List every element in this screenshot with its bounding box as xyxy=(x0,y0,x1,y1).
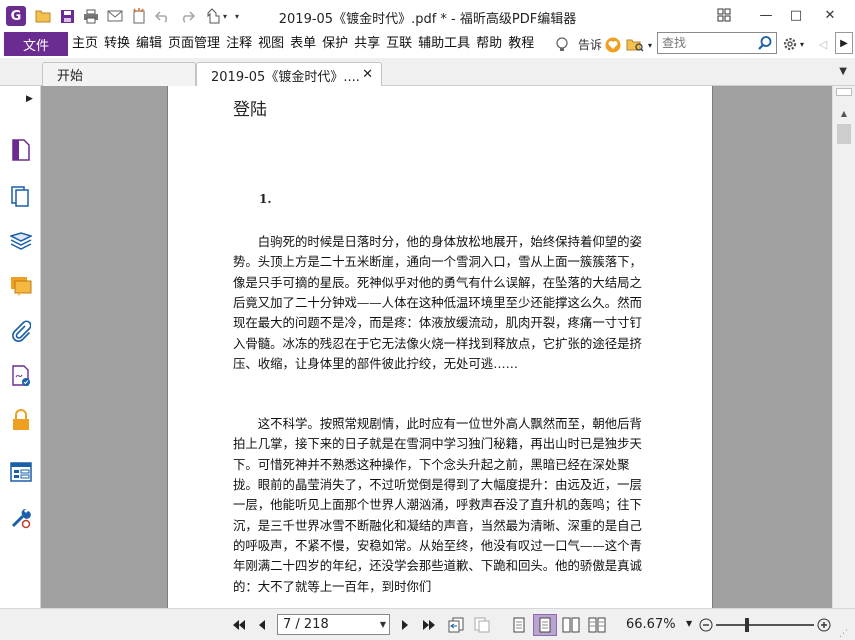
maximize-button[interactable]: □ xyxy=(782,6,810,24)
next-page-icon[interactable] xyxy=(395,616,415,634)
scrollbar-thumb[interactable] xyxy=(837,124,851,144)
continuous-facing-view-icon[interactable] xyxy=(587,616,607,634)
signatures-icon[interactable] xyxy=(9,364,33,388)
zoom-dropdown-icon[interactable]: ▼ xyxy=(686,619,692,628)
comments-icon[interactable] xyxy=(9,274,33,298)
security-lock-icon[interactable] xyxy=(9,408,33,432)
status-bar: 7 / 218 ▼ 66.67% ▼ ⋰ xyxy=(0,608,855,640)
save-icon[interactable] xyxy=(58,7,76,25)
chevron-right-icon: ▶ xyxy=(840,37,848,49)
last-page-icon[interactable] xyxy=(419,616,439,634)
hand-tool-dropdown-icon[interactable]: ▾ xyxy=(220,7,230,25)
page-number-value: 7 / 218 xyxy=(283,617,329,632)
menu-view[interactable]: 视图 xyxy=(256,32,286,56)
close-icon: ✕ xyxy=(824,7,836,23)
menu-page-management[interactable]: 页面管理 xyxy=(166,32,222,56)
menu-edit[interactable]: 编辑 xyxy=(134,32,164,56)
next-view-icon[interactable] xyxy=(472,616,492,634)
zoom-out-icon[interactable] xyxy=(696,616,716,634)
previous-page-icon[interactable] xyxy=(252,616,272,634)
menu-tutorial[interactable]: 教程 xyxy=(506,32,536,56)
menu-form[interactable]: 表单 xyxy=(288,32,318,56)
zoom-in-icon[interactable] xyxy=(814,616,834,634)
customize-quick-access-icon[interactable]: ▾ xyxy=(232,7,242,25)
menu-help[interactable]: 帮助 xyxy=(474,32,504,56)
tell-me-label[interactable]: 告诉 xyxy=(578,36,602,53)
paragraph: 白驹死的时候是日落时分，他的身体放松地展开，始终保持着仰望的姿势。头顶上方是二十… xyxy=(233,234,642,372)
continuous-page-view-icon[interactable] xyxy=(533,614,557,636)
tab-start[interactable]: 开始 xyxy=(42,62,196,86)
attachments-icon[interactable] xyxy=(9,319,33,343)
pdf-page[interactable]: 登陆 1. 白驹死的时候是日落时分，他的身体放松地展开，始终保持着仰望的姿势。头… xyxy=(167,86,713,608)
page-number-input[interactable]: 7 / 218 ▼ xyxy=(277,614,390,635)
document-tab-bar: 开始 2019-05《镀金时代》.... ✕ ▼ xyxy=(0,58,855,87)
scroll-split-handle[interactable] xyxy=(836,88,852,96)
facing-view-icon[interactable] xyxy=(561,616,581,634)
menu-accessibility[interactable]: 辅助工具 xyxy=(416,32,472,56)
vertical-scrollbar[interactable]: ▲ xyxy=(832,86,855,608)
redo-icon[interactable] xyxy=(178,7,196,25)
search-icon[interactable] xyxy=(757,35,773,51)
close-button[interactable]: ✕ xyxy=(816,6,844,24)
ribbon-scroll-right-button[interactable]: ▶ xyxy=(835,32,853,54)
lightbulb-icon[interactable] xyxy=(553,36,571,54)
expand-panel-icon[interactable]: ▶ xyxy=(26,94,33,104)
zoom-slider-track[interactable] xyxy=(716,624,814,626)
previous-view-icon[interactable] xyxy=(446,616,466,634)
zoom-level[interactable]: 66.67% xyxy=(626,617,676,632)
single-page-view-icon[interactable] xyxy=(509,616,529,634)
tab-label: 2019-05《镀金时代》.... xyxy=(211,69,360,85)
search-input[interactable] xyxy=(658,33,754,53)
page-dropdown-icon[interactable]: ▼ xyxy=(380,615,386,634)
resize-grip-icon[interactable]: ⋰ xyxy=(839,629,848,639)
minimize-icon: — xyxy=(759,7,773,23)
layers-icon[interactable] xyxy=(9,230,33,254)
form-fields-icon[interactable] xyxy=(9,460,33,484)
menu-protect[interactable]: 保护 xyxy=(320,32,350,56)
ribbon-tabs: 主页 转换 编辑 页面管理 注释 视图 表单 保护 共享 互联 辅助工具 帮助 … xyxy=(70,32,538,56)
file-menu-button[interactable]: 文件 xyxy=(4,32,68,56)
minimize-button[interactable]: — xyxy=(752,6,780,24)
chapter-number: 1. xyxy=(259,192,272,206)
feedback-heart-icon[interactable] xyxy=(604,36,622,54)
menu-share[interactable]: 共享 xyxy=(352,32,382,56)
menu-comment[interactable]: 注释 xyxy=(224,32,254,56)
open-folder-icon[interactable] xyxy=(34,7,52,25)
pages-icon[interactable] xyxy=(9,184,33,208)
ribbon-scroll-left-icon[interactable]: ◁ xyxy=(814,35,832,53)
undo-icon[interactable] xyxy=(154,7,172,25)
navigation-panel: ▶ xyxy=(0,86,41,608)
page-thumbnail-icon[interactable] xyxy=(9,138,33,162)
foxit-app-icon[interactable]: G xyxy=(6,6,26,26)
menu-connect[interactable]: 互联 xyxy=(384,32,414,56)
print-icon[interactable] xyxy=(82,7,100,25)
tab-close-icon[interactable]: ✕ xyxy=(362,67,373,82)
title-bar: G ▾ ▾ 2019-05《镀金时代》.pdf * - 福昕高级PDF编辑器 —… xyxy=(0,0,855,32)
page-heading: 登陆 xyxy=(233,100,267,120)
tools-wrench-icon[interactable] xyxy=(9,506,33,530)
tab-document[interactable]: 2019-05《镀金时代》.... ✕ xyxy=(196,62,382,87)
zoom-slider-thumb[interactable] xyxy=(745,618,749,632)
search-folder-icon[interactable] xyxy=(626,36,644,54)
maximize-icon: □ xyxy=(789,7,803,23)
document-view[interactable]: 登陆 1. 白驹死的时候是日落时分，他的身体放松地展开，始终保持着仰望的姿势。头… xyxy=(41,86,832,608)
find-search-box[interactable] xyxy=(657,32,777,54)
email-icon[interactable] xyxy=(106,7,124,25)
scroll-up-icon[interactable]: ▲ xyxy=(836,106,852,120)
tab-list-dropdown-icon[interactable]: ▼ xyxy=(839,66,847,77)
search-options-dropdown-icon[interactable]: ▾ xyxy=(645,36,655,54)
first-page-icon[interactable] xyxy=(229,616,249,634)
settings-dropdown-icon[interactable]: ▾ xyxy=(797,35,807,53)
restore-layout-icon[interactable] xyxy=(710,6,738,24)
menu-home[interactable]: 主页 xyxy=(70,32,100,56)
tab-label: 开始 xyxy=(57,69,84,84)
menu-convert[interactable]: 转换 xyxy=(102,32,132,56)
paragraph: 这不科学。按照常规剧情，此时应有一位世外高人飘然而至，朝他后背拍上几掌，接下来的… xyxy=(233,416,642,594)
new-document-icon[interactable] xyxy=(130,7,148,25)
